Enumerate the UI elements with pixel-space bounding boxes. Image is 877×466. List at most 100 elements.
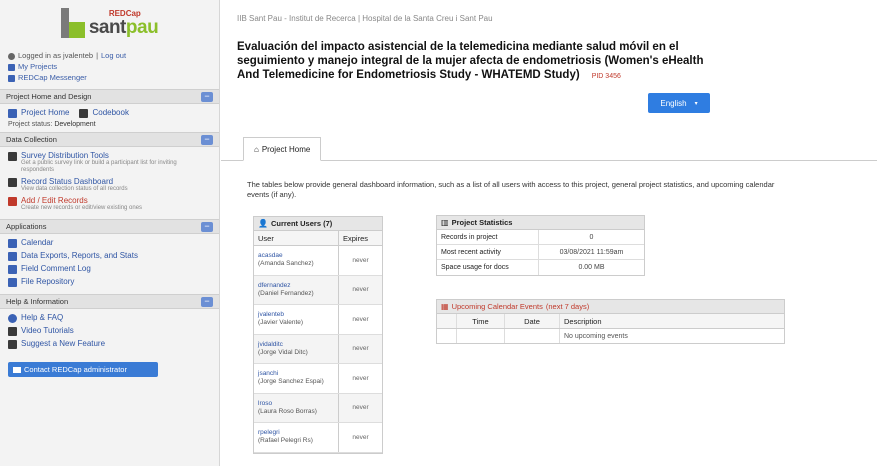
user-expires: never <box>352 433 369 441</box>
table-row: dfernandez (Daniel Fernandez) never <box>254 275 382 305</box>
user-fullname: (Laura Roso Borras) <box>258 407 317 415</box>
logging-link[interactable]: Field Comment Log <box>8 264 211 274</box>
export-icon <box>8 252 17 261</box>
col-header-expires[interactable]: Expires <box>339 231 382 245</box>
video-icon <box>8 327 17 336</box>
table-row: jvidalditc (Jorge Vidal Ditc) never <box>254 334 382 364</box>
table-row: Records in project 0 <box>437 230 644 245</box>
user-icon <box>8 52 15 60</box>
chart-icon: ▥ <box>441 218 449 227</box>
tab-project-home[interactable]: ⌂ Project Home <box>243 137 322 161</box>
stat-value: 03/08/2021 11:59am <box>559 248 624 256</box>
home-icon: ⌂ <box>254 144 259 154</box>
user-fullname: (Javier Valente) <box>258 319 304 327</box>
data-exports-link[interactable]: Data Exports, Reports, and Stats <box>8 251 211 261</box>
house-icon <box>8 109 17 118</box>
table-row: Space usage for docs 0.00 MB <box>437 260 644 275</box>
language-dropdown[interactable]: English ▾ <box>648 93 710 113</box>
comment-icon <box>8 265 17 274</box>
collapse-icon[interactable]: − <box>201 296 213 307</box>
sidebar: REDCap santpau Logged in as jvalenteb | … <box>0 0 220 466</box>
calendar-events-table: ▦ Upcoming Calendar Events (next 7 days)… <box>436 299 785 344</box>
user-fullname: (Rafael Pelegri Rs) <box>258 437 313 445</box>
stat-label: Space usage for docs <box>437 260 539 275</box>
calendar-table-title: Upcoming Calendar Events <box>451 302 543 311</box>
project-status-value: Development <box>54 121 96 128</box>
section-data-collection: Survey Distribution Tools Get a public s… <box>0 147 219 219</box>
user-expires: never <box>352 374 369 382</box>
user-username[interactable]: jsanchi <box>258 370 334 378</box>
user-username[interactable]: lroso <box>258 400 334 408</box>
file-repository-link[interactable]: File Repository <box>8 277 211 287</box>
suggest-feature-link[interactable]: Suggest a New Feature <box>8 339 211 349</box>
project-id: PID 3456 <box>591 73 621 80</box>
logo-mark-icon <box>60 8 85 38</box>
record-status-link[interactable]: Record Status Dashboard View data collec… <box>8 177 211 193</box>
survey-tools-link[interactable]: Survey Distribution Tools Get a public s… <box>8 151 211 174</box>
col-header-date: Date <box>505 314 560 328</box>
stat-value: 0.00 MB <box>578 264 605 271</box>
faq-link[interactable]: Help & FAQ <box>8 313 211 323</box>
lightbulb-icon <box>8 340 17 349</box>
envelope-icon <box>13 366 21 373</box>
user-username[interactable]: jvidalditc <box>258 341 334 349</box>
codebook-link[interactable]: Codebook <box>79 108 129 118</box>
user-username[interactable]: acasdae <box>258 252 334 260</box>
table-row: jvalenteb (Javier Valente) never <box>254 305 382 335</box>
users-table-title: Current Users (7) <box>270 219 333 228</box>
project-status-label: Project status: <box>8 121 53 128</box>
video-tutorials-link[interactable]: Video Tutorials <box>8 326 211 336</box>
table-row: Most recent activity 03/08/2021 11:59am <box>437 245 644 260</box>
user-fullname: (Amanda Sanchez) <box>258 260 314 268</box>
table-row: rpelegri (Rafael Pelegri Rs) never <box>254 423 382 453</box>
user-expires: never <box>352 315 369 323</box>
calendar-range: (next 7 days) <box>545 302 590 311</box>
section-header-applications[interactable]: Applications − <box>0 219 219 234</box>
user-fullname: (Jorge Vidal Ditc) <box>258 348 308 356</box>
logout-link[interactable]: Log out <box>101 50 126 61</box>
records-icon <box>8 197 17 206</box>
stat-value: 0 <box>589 233 594 241</box>
survey-tools-desc: Get a public survey link or build a part… <box>21 160 177 173</box>
table-row: acasdae (Amanda Sanchez) never <box>254 246 382 276</box>
stats-table-title: Project Statistics <box>451 218 513 227</box>
user-fullname: (Daniel Fernandez) <box>258 289 314 297</box>
survey-icon <box>8 152 17 161</box>
calendar-link[interactable]: Calendar <box>8 238 211 248</box>
dashboard-icon <box>8 178 17 187</box>
main-content: IIB Sant Pau - Institut de Recerca | Hos… <box>221 0 877 466</box>
account-links: Logged in as jvalenteb | Log out My Proj… <box>0 46 219 89</box>
collapse-icon[interactable]: − <box>201 91 213 102</box>
question-icon <box>8 314 17 323</box>
user-expires: never <box>352 345 369 353</box>
user-username[interactable]: rpelegri <box>258 429 334 437</box>
col-header-time: Time <box>457 314 505 328</box>
my-projects-link[interactable]: My Projects <box>8 61 211 72</box>
no-events-text: No upcoming events <box>564 332 628 340</box>
user-username[interactable]: dfernandez <box>258 282 334 290</box>
logo[interactable]: REDCap santpau <box>0 0 219 46</box>
caret-down-icon: ▾ <box>694 100 698 107</box>
user-expires: never <box>352 404 369 412</box>
messenger-link[interactable]: REDCap Messenger <box>8 72 211 83</box>
section-project-home: Project Home Codebook Project status: De… <box>0 104 219 132</box>
section-header-project-home[interactable]: Project Home and Design − <box>0 89 219 104</box>
users-icon: 👤 <box>258 219 268 228</box>
section-applications: Calendar Data Exports, Reports, and Stat… <box>0 234 219 294</box>
project-home-link[interactable]: Project Home <box>8 108 69 118</box>
add-edit-records-link[interactable]: Add / Edit Records Create new records or… <box>8 196 211 212</box>
user-expires: never <box>352 256 369 264</box>
user-username[interactable]: jvalenteb <box>258 311 334 319</box>
user-fullname: (Jorge Sanchez Espai) <box>258 378 324 386</box>
col-header-description: Description <box>564 316 602 326</box>
section-header-data-collection[interactable]: Data Collection − <box>0 132 219 147</box>
collapse-icon[interactable]: − <box>201 134 213 145</box>
page-title: Evaluación del impacto asistencial de la… <box>237 41 704 81</box>
collapse-icon[interactable]: − <box>201 221 213 232</box>
section-header-help[interactable]: Help & Information − <box>0 294 219 309</box>
stat-label: Records in project <box>437 230 539 244</box>
contact-admin-button[interactable]: Contact REDCap administrator <box>8 362 158 377</box>
section-help: Help & FAQ Video Tutorials Suggest a New… <box>0 309 219 356</box>
project-stats-table: ▥ Project Statistics Records in project 0… <box>436 215 645 276</box>
col-header-user[interactable]: User <box>254 231 339 245</box>
